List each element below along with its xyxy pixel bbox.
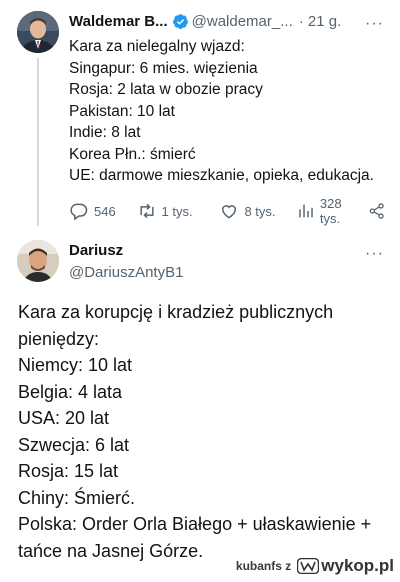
retweet-count: 1 tys.	[161, 203, 193, 219]
thread-line	[37, 58, 39, 226]
reply-line: Rosja: 15 lat	[18, 461, 119, 481]
watermark: kubanfs z wykop.pl	[236, 556, 394, 576]
reply-count: 546	[94, 203, 116, 219]
reply-line: USA: 20 lat	[18, 408, 110, 428]
tweet-line: UE: darmowe mieszkanie, opieka, edukacja…	[69, 167, 374, 184]
watermark-site: wykop.pl	[321, 556, 394, 575]
avatar-waldemar[interactable]	[17, 11, 59, 53]
views-icon	[298, 204, 313, 218]
tweet-actions: 546 1 tys. 8 tys. 328 tys.	[69, 196, 385, 226]
tweet-more-icon[interactable]: ···	[365, 16, 384, 32]
retweet-button[interactable]: 1 tys.	[137, 201, 220, 221]
views-button[interactable]: 328 tys.	[296, 196, 364, 226]
verified-badge-icon	[172, 14, 188, 30]
tweet-text: Kara za nielegalny wjazd: Singapur: 6 mi…	[69, 36, 374, 187]
wykop-logo-icon	[297, 558, 320, 574]
reply-button[interactable]: 546	[69, 201, 137, 221]
tweet-line: Kara za nielegalny wjazd:	[69, 38, 245, 55]
reply-author-name[interactable]: Dariusz	[69, 242, 123, 259]
reply-line: Niemcy: 10 lat	[18, 355, 133, 375]
tweet-timestamp[interactable]: · 21 g.	[299, 13, 342, 30]
reply-text: Kara za korupcję i kradzież publicznych …	[18, 299, 388, 564]
reply-more-icon[interactable]: ···	[365, 246, 384, 262]
tweet-author-name[interactable]: Waldemar B...	[69, 13, 168, 30]
tweet-header: Waldemar B... @waldemar_... · 21 g.	[69, 13, 341, 30]
reply-icon	[70, 203, 88, 221]
like-count: 8 tys.	[244, 203, 276, 219]
reply-line: pieniędzy:	[18, 328, 100, 349]
views-count: 328 tys.	[319, 196, 342, 226]
tweet-author-handle[interactable]: @waldemar_...	[192, 13, 293, 30]
reply-line: Chiny: Śmierć.	[18, 487, 136, 508]
share-icon[interactable]	[368, 202, 385, 220]
reply-line: Szwecja: 6 lat	[18, 434, 130, 455]
reply-author-handle[interactable]: @DariuszAntyB1	[69, 264, 183, 281]
avatar-portrait-image	[17, 11, 59, 53]
tweet-line: Singapur: 6 mies. więzienia	[69, 59, 258, 77]
tweet-line: Rosja: 2 lata w obozie pracy	[69, 81, 263, 98]
heart-icon	[222, 205, 237, 219]
like-button[interactable]: 8 tys.	[219, 201, 295, 221]
reply-line: Polska: Order Orla Białego + ułaskawieni…	[18, 514, 372, 534]
avatar-selfie-image	[17, 240, 59, 282]
retweet-icon	[139, 203, 154, 219]
watermark-source: kubanfs z	[235, 559, 292, 573]
avatar-dariusz[interactable]	[17, 240, 59, 282]
reply-line: Kara za korupcję i kradzież publicznych	[18, 302, 334, 322]
tweet-line: Indie: 8 lat	[69, 124, 141, 141]
reply-line: Belgia: 4 lata	[18, 381, 123, 402]
tweet-line: Korea Płn.: śmierć	[69, 145, 196, 163]
tweet-line: Pakistan: 10 lat	[69, 102, 175, 120]
